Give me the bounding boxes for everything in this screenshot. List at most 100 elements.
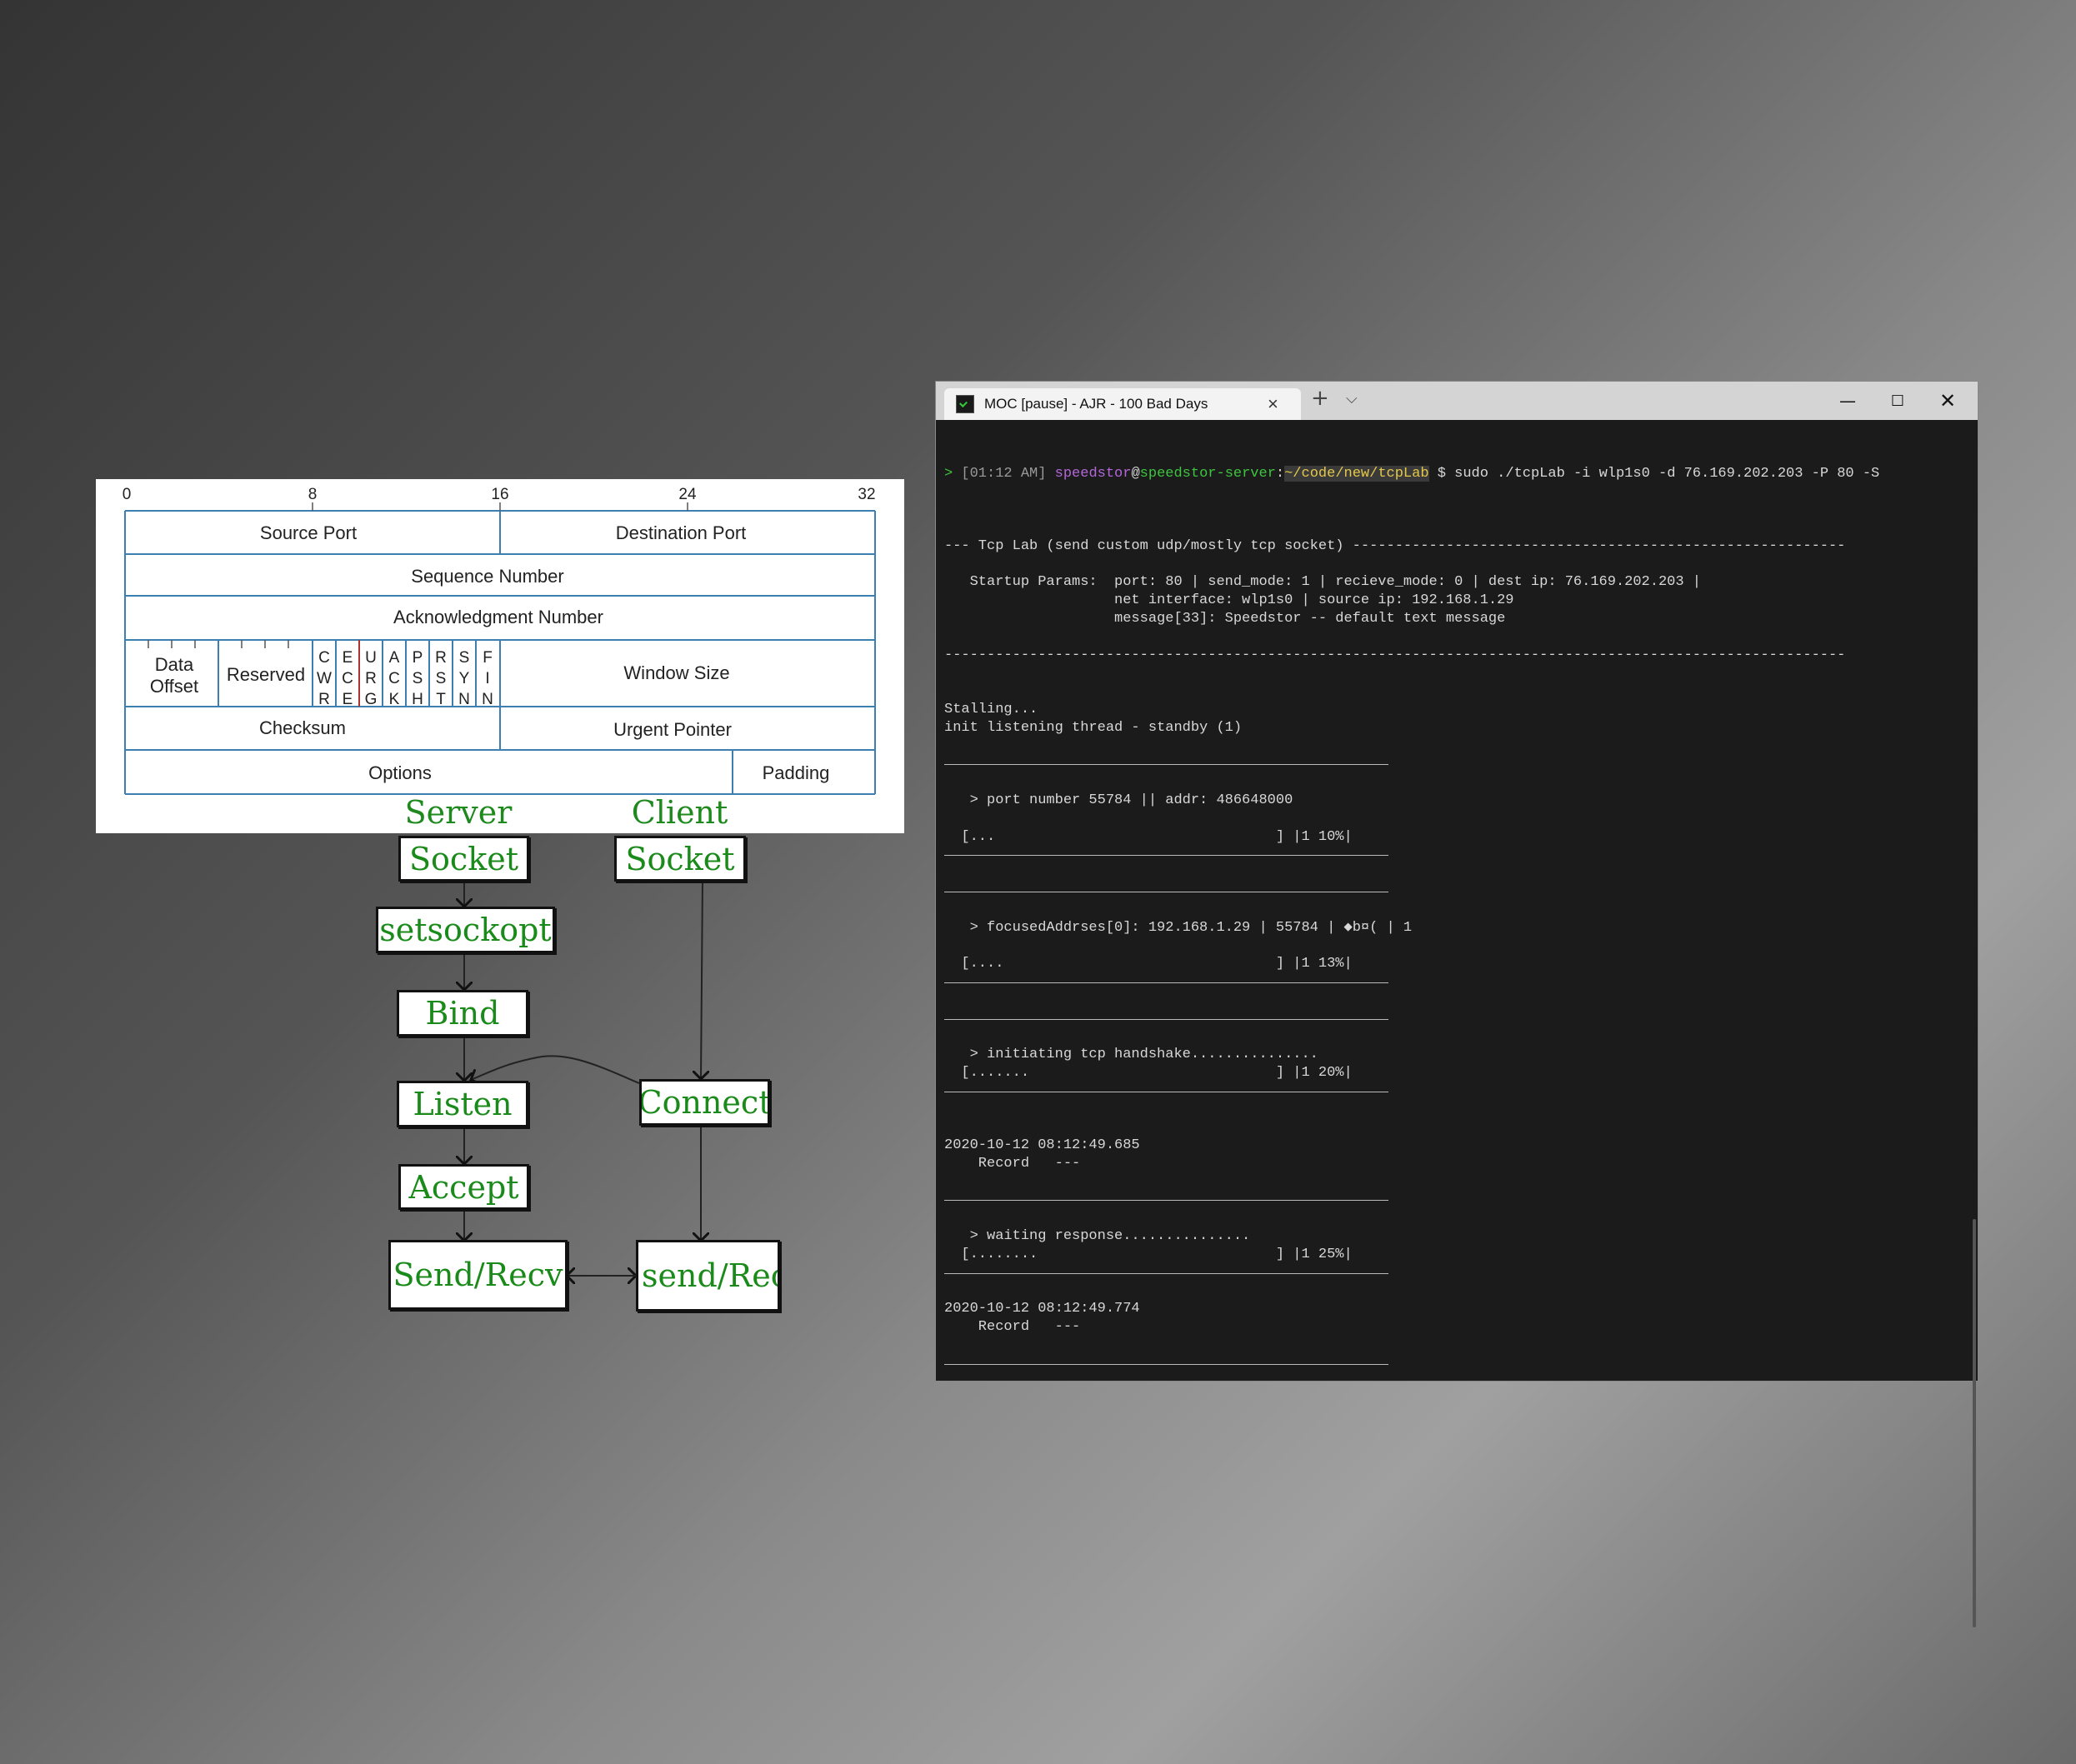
separator-line [944, 882, 1969, 901]
terminal-line: Record --- [944, 1319, 1081, 1336]
source-port-field: Source Port [260, 522, 357, 543]
terminal-window[interactable]: MOC [pause] - AJR - 100 Bad Days × + ⌵ —… [935, 381, 1978, 1627]
urgent-pointer-field: Urgent Pointer [613, 719, 732, 740]
prompt-host: speedstor-server [1139, 465, 1276, 482]
tcp-flag-letter: H [412, 691, 423, 708]
bit-tick-16: 16 [491, 486, 508, 503]
server-label: Server [404, 794, 513, 831]
terminal-line: > port number 55784 || addr: 486648000 [944, 792, 1293, 808]
tcp-flag-letter: F [483, 649, 493, 667]
prompt-colon: : [1275, 465, 1285, 482]
prompt-line: > [01:12 AM] speedstor@speedstor-server:… [944, 465, 1969, 483]
prompt-user: speedstor [1054, 465, 1132, 482]
destination-port-field: Destination Port [616, 522, 747, 543]
tab-dropdown-icon[interactable]: ⌵ [1346, 390, 1358, 407]
server-setsockopt-box: setsockopt [376, 907, 555, 953]
tcp-flag-letter: A [389, 649, 400, 667]
data-offset-line-1: Data [155, 654, 194, 675]
tcp-flag-letter: S [413, 670, 423, 687]
terminal-tab[interactable]: MOC [pause] - AJR - 100 Bad Days × [944, 388, 1301, 420]
tcp-flag-letter: K [389, 691, 400, 708]
terminal-line: [....... ] |1 20%| [944, 1064, 1353, 1081]
separator-line [944, 1010, 1969, 1028]
title-bar[interactable]: MOC [pause] - AJR - 100 Bad Days × + ⌵ —… [936, 382, 1978, 420]
separator-line [944, 755, 1969, 773]
tcp-flag-letter: N [458, 691, 470, 708]
separator-line [944, 973, 1969, 992]
padding-field: Padding [763, 762, 830, 783]
terminal-line: --- Tcp Lab (send custom udp/mostly tcp … [944, 537, 1846, 554]
server-listen-box: Listen [397, 1081, 528, 1127]
client-label: Client [631, 794, 728, 831]
client-send-recv-box: send/Recv [636, 1240, 780, 1312]
separator-line [944, 1191, 1969, 1209]
terminal-line: message[33]: Speedstor -- default text m… [944, 610, 1506, 627]
separator-line [944, 1264, 1969, 1282]
terminal-app-icon [956, 395, 974, 413]
client-socket-box: Socket [614, 836, 746, 882]
checksum-field: Checksum [259, 717, 346, 738]
maximize-icon[interactable]: ☐ [1873, 382, 1923, 420]
terminal-lines: --- Tcp Lab (send custom udp/mostly tcp … [944, 519, 1969, 1381]
tcp-header-diagram: 0 8 16 24 32 Source Port Destination Por… [96, 479, 904, 833]
terminal-line: [... ] |1 10%| [944, 828, 1353, 845]
tcp-flags: CWRECEURGACKPSHRSTSYNFIN [317, 649, 493, 708]
client-connect-box: Connect [639, 1079, 770, 1126]
prompt-time: [01:12 AM] [961, 465, 1047, 482]
minimize-icon[interactable]: — [1823, 382, 1873, 420]
data-offset-line-2: Offset [150, 676, 198, 697]
tcp-flag-letter: T [436, 691, 446, 708]
window-size-field: Window Size [623, 662, 729, 683]
tcp-flag-letter: U [365, 649, 377, 667]
terminal-output[interactable]: > [01:12 AM] speedstor@speedstor-server:… [944, 428, 1969, 1381]
server-send-recv-box: Send/Recv [388, 1240, 568, 1310]
tab-close-icon[interactable]: × [1268, 393, 1278, 415]
tcp-flag-letter: Y [459, 670, 470, 687]
tcp-flag-letter: W [317, 670, 332, 687]
terminal-line: Record --- [944, 1155, 1081, 1172]
terminal-line: > focusedAddrses[0]: 192.168.1.29 | 5578… [944, 919, 1413, 936]
prompt-path: ~/code/new/tcpLab [1284, 465, 1429, 482]
terminal-line: ----------------------------------------… [944, 647, 1846, 663]
terminal-line: init listening thread - standby (1) [944, 719, 1243, 736]
terminal-line: 2020-10-12 08:12:49.774 [944, 1301, 1140, 1317]
options-field: Options [368, 762, 432, 783]
terminal-line: > initiating tcp handshake..............… [944, 1047, 1318, 1063]
server-accept-box: Accept [398, 1164, 529, 1210]
terminal-line: [.... ] |1 13%| [944, 956, 1353, 972]
bit-tick-8: 8 [308, 486, 318, 503]
server-socket-box: Socket [398, 836, 529, 882]
prompt-at: @ [1131, 465, 1140, 482]
new-tab-icon[interactable]: + [1311, 386, 1329, 411]
server-bind-box: Bind [397, 990, 528, 1037]
tcp-flag-letter: C [388, 670, 400, 687]
separator-line [944, 846, 1969, 864]
tcp-header-svg: 0 8 16 24 32 Source Port Destination Por… [123, 486, 876, 795]
terminal-line: Stalling... [944, 701, 1038, 717]
close-window-icon[interactable]: ✕ [1923, 382, 1973, 420]
tcp-flag-letter: R [435, 649, 447, 667]
terminal-line: net interface: wlp1s0 | source ip: 192.1… [944, 592, 1514, 609]
tcp-flag-letter: S [436, 670, 447, 687]
tcp-flag-letter: C [318, 649, 330, 667]
prompt-arrow: > [944, 465, 953, 482]
tcp-flag-letter: I [485, 670, 489, 687]
separator-line [944, 1355, 1969, 1373]
scrollbar[interactable] [1973, 1219, 1976, 1627]
terminal-line: [........ ] |1 25%| [944, 1246, 1353, 1262]
terminal-line: > waiting response............... [944, 1228, 1251, 1245]
